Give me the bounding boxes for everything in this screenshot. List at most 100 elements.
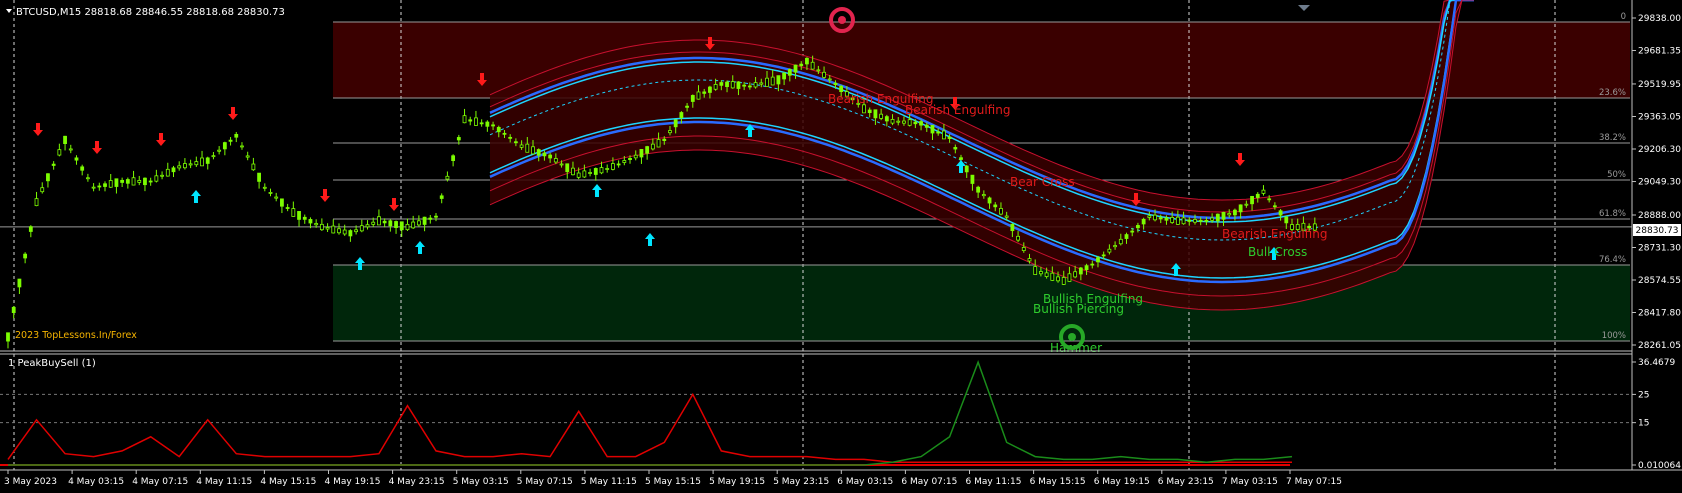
time-tick-label: 5 May 03:15 [453, 477, 509, 487]
candle-body [708, 86, 712, 93]
fib-level-label: 76.4% [1599, 255, 1626, 265]
candle-body [685, 105, 689, 108]
candle-body [799, 63, 804, 67]
candle-body [325, 227, 330, 230]
candle-body [725, 81, 729, 88]
candle-body [656, 139, 661, 148]
candle-body [833, 82, 838, 86]
candle-body [1284, 216, 1289, 224]
candle-body [1010, 223, 1015, 232]
candle-body [314, 223, 319, 226]
candle-body [1221, 211, 1226, 220]
candle-body [1153, 214, 1157, 221]
symbol-header: BTCUSD,M15 28818.68 28846.55 28818.68 28… [16, 7, 285, 18]
candle-body [399, 221, 404, 231]
price-tick-label: 29206.30 [1638, 145, 1681, 155]
candle-body [553, 158, 558, 163]
candle-body [160, 174, 164, 177]
candle-body [776, 75, 781, 85]
candle-body [976, 186, 981, 193]
candle-body [1078, 267, 1083, 275]
candle-body [1261, 189, 1266, 194]
candle-body [810, 61, 815, 70]
candle-body [416, 220, 421, 226]
candle-body [451, 155, 456, 162]
candle-body [839, 85, 844, 92]
candle-body [1181, 217, 1186, 225]
candle-body [439, 195, 444, 199]
candle-body [611, 163, 615, 170]
candle-body [251, 163, 256, 171]
candle-body [11, 306, 16, 313]
candle-body [194, 161, 199, 166]
candle-body [599, 167, 604, 174]
candle-body [542, 152, 547, 157]
candle-body [245, 155, 250, 158]
candle-body [633, 154, 638, 159]
time-tick-label: 6 May 07:15 [901, 477, 957, 487]
fib-level-label: 100% [1602, 331, 1626, 341]
candle-body [1267, 198, 1272, 201]
candle-body [993, 204, 998, 208]
candle-body [85, 177, 90, 180]
candle-body [1039, 271, 1043, 275]
indicator-tick-label: 36.4679 [1638, 358, 1675, 368]
candle-body [548, 154, 553, 159]
candle-body [605, 168, 610, 170]
candle-body [1073, 271, 1078, 278]
candle-body [822, 71, 826, 78]
candle-body [80, 166, 85, 171]
fib-level-label: 50% [1607, 170, 1626, 180]
candle-body [428, 217, 433, 220]
candle-body [319, 223, 324, 231]
pattern-label: Bear Cross [1010, 175, 1075, 189]
candle-body [759, 82, 764, 85]
candle-body [936, 131, 941, 134]
candle-body [1141, 218, 1146, 225]
candle-body [1056, 276, 1060, 282]
candle-body [730, 81, 735, 89]
candle-body [947, 136, 952, 139]
indicator-title: 1 PeakBuySell (1) [8, 358, 96, 369]
candle-body [571, 167, 575, 176]
candle-body [1118, 238, 1123, 245]
candle-body [765, 77, 769, 87]
candle-body [456, 137, 461, 141]
current-price-label: 28830.73 [1636, 226, 1679, 236]
candle-body [1170, 216, 1175, 223]
candle-body [217, 149, 222, 152]
candle-body [297, 211, 301, 220]
candle-body [999, 208, 1003, 215]
candle-body [371, 221, 376, 225]
candle-body [793, 64, 798, 73]
candle-body [742, 84, 747, 87]
candle-body [536, 149, 541, 156]
price-tick-label: 28261.05 [1638, 341, 1681, 351]
candle-body [959, 157, 963, 160]
candle-body [628, 158, 632, 161]
candle-body [867, 109, 872, 114]
candle-body [1004, 215, 1009, 218]
time-tick-label: 7 May 07:15 [1286, 477, 1342, 487]
candle-body [240, 145, 244, 148]
candle-body [639, 149, 644, 158]
candle-body [1278, 210, 1283, 216]
candle-body [1067, 273, 1072, 282]
candle-body [222, 142, 227, 150]
candle-body [177, 165, 182, 169]
candle-body [34, 198, 39, 207]
candle-body [1061, 277, 1066, 285]
candle-body [354, 229, 359, 233]
time-tick-label: 7 May 03:15 [1222, 477, 1278, 487]
candle-body [736, 81, 741, 89]
indicator-tick-label: 25 [1638, 390, 1649, 400]
watermark: 2023 TopLessons.In/Forex [15, 330, 137, 341]
candle-body [359, 225, 364, 232]
peak-circle-dot [838, 16, 846, 24]
pattern-label: Bullish Piercing [1033, 302, 1124, 316]
candle-body [1084, 265, 1089, 271]
pattern-label: Bearish Engulfing [1222, 227, 1327, 241]
candle-body [491, 124, 495, 127]
candle-body [713, 84, 718, 90]
candle-body [1113, 245, 1117, 248]
